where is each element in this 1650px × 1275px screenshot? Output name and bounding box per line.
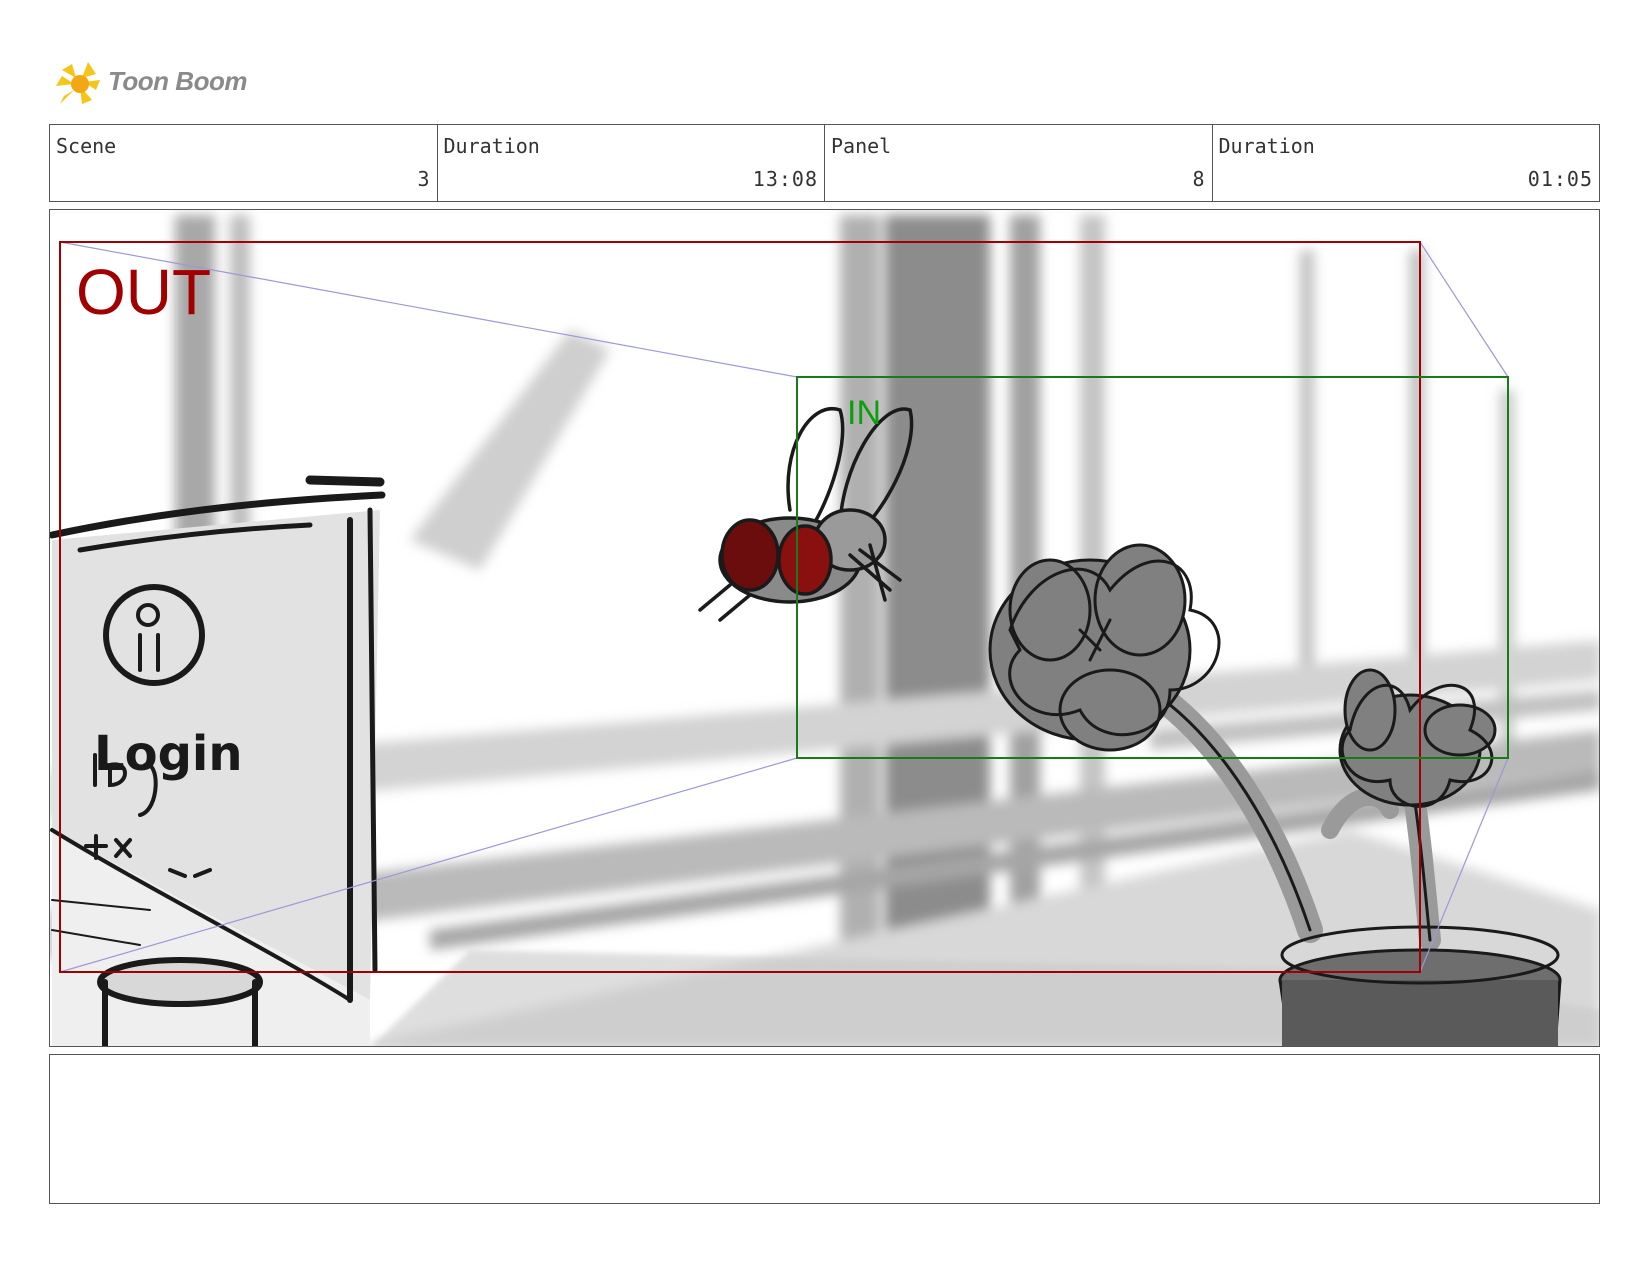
scene-value: 3 — [417, 167, 431, 191]
panel-duration-label: Duration — [1218, 134, 1315, 158]
camera-out-label: OUT — [76, 256, 212, 328]
scene-cell: Scene 3 — [50, 125, 438, 201]
camera-in-label: IN — [847, 394, 881, 432]
panel-value: 8 — [1192, 167, 1206, 191]
scene-duration-label: Duration — [443, 134, 540, 158]
panel-duration-cell: Duration 01:05 — [1213, 125, 1600, 201]
login-sketch-text: Login — [94, 726, 243, 782]
scene-duration-cell: Duration 13:08 — [438, 125, 825, 201]
panel-sketch: Login — [50, 215, 1599, 1046]
panel-duration-value: 01:05 — [1527, 167, 1593, 191]
panel-info-table: Scene 3 Duration 13:08 Panel 8 Duration … — [49, 124, 1600, 202]
scene-label: Scene — [56, 134, 117, 158]
scene-duration-value: 13:08 — [752, 167, 818, 191]
toon-boom-logo: Toon Boom — [52, 56, 262, 112]
starburst-icon — [56, 62, 100, 104]
panel-label: Panel — [831, 134, 892, 158]
brand-name: Toon Boom — [108, 66, 247, 96]
panel-cell: Panel 8 — [825, 125, 1213, 201]
panel-notes-box[interactable] — [49, 1054, 1600, 1204]
storyboard-panel: Login OUT IN — [49, 209, 1600, 1047]
